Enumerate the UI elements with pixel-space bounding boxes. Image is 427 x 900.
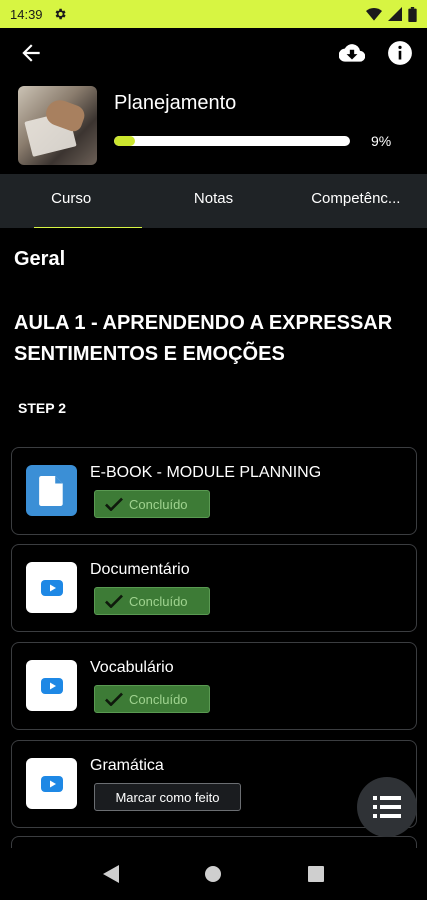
signal-icon [388, 7, 402, 21]
lesson-item-title: E-BOOK - MODULE PLANNING [90, 464, 322, 481]
lesson-item-vocabulario[interactable]: Vocabulário Concluído [11, 642, 417, 730]
step-label: STEP 2 [18, 400, 66, 416]
lesson-title: AULA 1 - APRENDENDO A EXPRESSAR SENTIMEN… [14, 312, 393, 365]
info-icon[interactable] [387, 40, 413, 66]
check-icon [105, 692, 123, 706]
mark-as-done-button[interactable]: Marcar como feito [94, 783, 241, 811]
list-icon [373, 796, 401, 818]
progress-fill [114, 136, 136, 146]
lesson-item-gramatica[interactable]: Gramática Marcar como feito [11, 740, 417, 828]
battery-icon [408, 6, 417, 22]
youtube-icon [26, 660, 77, 711]
lesson-item-title: Vocabulário [90, 659, 174, 676]
course-title: Planejamento [114, 92, 237, 114]
app-bar [0, 28, 427, 78]
nav-back-icon[interactable] [102, 865, 119, 883]
course-progress-bar [114, 136, 350, 146]
tab-competencias[interactable]: Competênc... [285, 174, 427, 228]
tab-notas[interactable]: Notas [142, 174, 284, 228]
document-icon [26, 465, 77, 516]
completed-badge: Concluído [94, 587, 210, 615]
completed-badge: Concluído [94, 490, 210, 518]
progress-percent: 9% [371, 133, 392, 149]
completed-badge-label: Concluído [129, 593, 188, 609]
lesson-list-fab[interactable] [357, 777, 417, 837]
youtube-icon [26, 562, 77, 613]
completed-badge-label: Concluído [129, 691, 188, 707]
course-thumbnail [18, 86, 97, 165]
nav-home-icon[interactable] [204, 865, 222, 883]
settings-gear-icon [55, 8, 66, 20]
youtube-icon [26, 758, 77, 809]
completed-badge: Concluído [94, 685, 210, 713]
system-nav-bar [0, 848, 427, 900]
tab-curso[interactable]: Curso [0, 174, 143, 228]
status-bar: 14:39 [0, 0, 427, 28]
nav-recents-icon[interactable] [308, 866, 325, 882]
status-time: 14:39 [10, 6, 43, 22]
tab-bar: Curso Notas Competênc... [0, 174, 427, 228]
section-title: Geral [14, 248, 66, 270]
wifi-icon [366, 8, 382, 21]
completed-badge-label: Concluído [129, 496, 188, 512]
lesson-item-title: Documentário [90, 561, 190, 578]
check-icon [105, 594, 123, 608]
lesson-item-documentario[interactable]: Documentário Concluído [11, 544, 417, 632]
lesson-item-title: Gramática [90, 757, 164, 774]
back-arrow-icon[interactable] [18, 40, 44, 66]
lesson-item-ebook[interactable]: E-BOOK - MODULE PLANNING Concluído [11, 447, 417, 535]
cloud-download-icon[interactable] [339, 40, 365, 66]
check-icon [105, 497, 123, 511]
